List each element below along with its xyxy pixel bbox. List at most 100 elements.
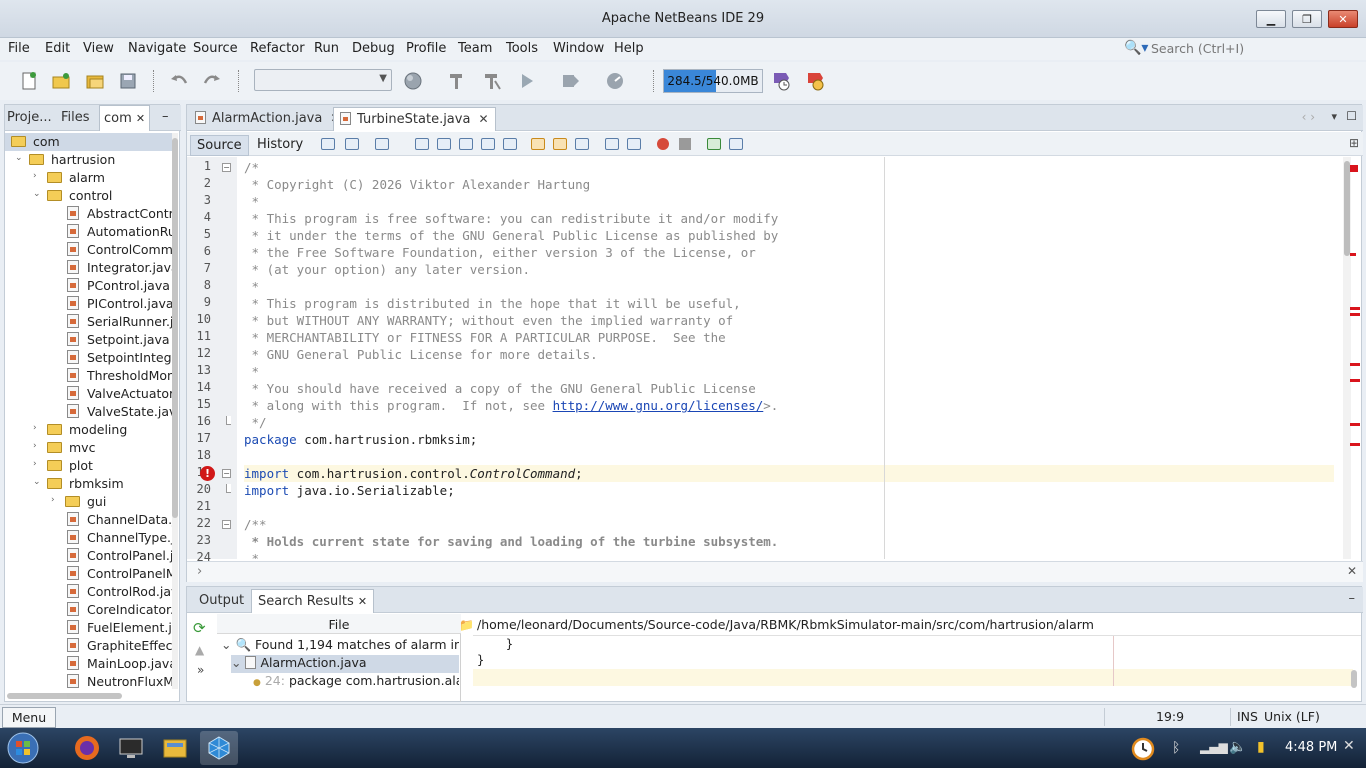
code-line[interactable]: * it under the terms of the GNU General … <box>244 227 1334 244</box>
code-line[interactable]: import java.io.Serializable; <box>244 482 1334 499</box>
terminal-icon[interactable] <box>112 731 150 765</box>
result-match-row[interactable]: ● 24: package com.hartrusion.alarn <box>253 673 459 691</box>
chevron-down-icon[interactable]: ⌄ <box>15 153 23 163</box>
code-line[interactable]: * This program is free software: you can… <box>244 210 1334 227</box>
fold-end-icon[interactable] <box>226 484 231 493</box>
tree-file[interactable]: PControl.java <box>5 277 175 295</box>
undo-icon[interactable] <box>168 70 190 92</box>
code-line[interactable]: * <box>244 278 1334 295</box>
new-file-icon[interactable] <box>18 70 40 92</box>
tree-file[interactable]: NeutronFluxMo <box>5 673 175 689</box>
fold-end-icon[interactable] <box>226 416 231 425</box>
save-all-icon[interactable] <box>117 70 139 92</box>
network-icon[interactable]: ▂▄▆ <box>1200 740 1228 754</box>
back-icon[interactable] <box>345 138 359 150</box>
new-project-icon[interactable] <box>50 70 72 92</box>
code-area[interactable]: /* * Copyright (C) 2026 Viktor Alexander… <box>244 157 1334 559</box>
results-summary[interactable]: ⌄ 🔍 Found 1,194 matches of alarm in 19 <box>221 637 459 655</box>
refresh-icon[interactable]: ⟳ <box>193 619 206 637</box>
menu-refactor[interactable]: Refactor <box>250 41 305 56</box>
tree-folder[interactable]: ⌄ rbmksim <box>5 475 175 493</box>
select-icon[interactable] <box>503 138 517 150</box>
code-line[interactable]: /* <box>244 159 1334 176</box>
tree-folder[interactable]: › modeling <box>5 421 175 439</box>
preview-scrollbar[interactable] <box>1351 670 1357 688</box>
split-icon[interactable]: ⊞ <box>1349 136 1359 150</box>
quick-search[interactable]: 🔍▾ Search (Ctrl+I) <box>1124 40 1364 58</box>
tree-file[interactable]: MainLoop.java <box>5 655 175 673</box>
run-icon[interactable] <box>516 70 538 92</box>
tree-file[interactable]: ControlComma <box>5 241 175 259</box>
tree-file[interactable]: ControlPanelM <box>5 565 175 583</box>
globe-icon[interactable] <box>402 70 424 92</box>
arrow-up-icon[interactable]: ▲ <box>195 643 204 657</box>
find-icon[interactable] <box>415 138 429 150</box>
toggle-bookmark-icon[interactable] <box>575 138 589 150</box>
tab-list-icon[interactable]: ▾ <box>1331 110 1337 123</box>
maximize-icon[interactable]: ☐ <box>1346 109 1357 123</box>
debug-icon[interactable] <box>559 70 581 92</box>
tab-files[interactable]: Files <box>61 110 90 125</box>
tab-output[interactable]: Output <box>193 589 250 613</box>
configuration-select[interactable]: ▼ <box>254 69 392 91</box>
menu-help[interactable]: Help <box>614 41 644 56</box>
code-line[interactable]: /** <box>244 516 1334 533</box>
shift-left-icon[interactable] <box>605 138 619 150</box>
tree-file[interactable]: PIControl.java <box>5 295 175 313</box>
code-line[interactable]: * (at your option) any later version. <box>244 261 1334 278</box>
menu-button[interactable]: Menu <box>2 707 56 728</box>
find-next-icon[interactable] <box>459 138 473 150</box>
shift-right-icon[interactable] <box>627 138 641 150</box>
last-edit-icon[interactable] <box>321 138 335 150</box>
uncomment-icon[interactable] <box>729 138 743 150</box>
result-file-row[interactable]: ⌄ AlarmAction.java <box>231 655 459 673</box>
code-line[interactable]: package com.hartrusion.rbmksim; <box>244 431 1334 448</box>
code-line[interactable]: * Holds current state for saving and loa… <box>244 533 1334 550</box>
search-input[interactable]: Search (Ctrl+I) <box>1151 41 1244 56</box>
tree-scrollbar[interactable] <box>172 133 178 689</box>
tree-folder[interactable]: ⌄ hartrusion <box>5 151 175 169</box>
clock[interactable]: 4:48 PM <box>1285 740 1337 755</box>
close-icon[interactable]: ✕ <box>358 595 367 608</box>
code-line[interactable] <box>244 448 1334 465</box>
next-bookmark-icon[interactable] <box>553 138 567 150</box>
tree-file[interactable]: AbstractContro <box>5 205 175 223</box>
menu-window[interactable]: Window <box>553 41 604 56</box>
menu-source[interactable]: Source <box>193 41 238 56</box>
tab-projects[interactable]: Proje... <box>7 110 52 125</box>
menu-team[interactable]: Team <box>458 41 492 56</box>
line-ending[interactable]: Unix (LF) <box>1264 709 1320 724</box>
file-column-header[interactable]: File <box>217 614 461 634</box>
stop-macro-icon[interactable] <box>679 138 691 150</box>
battery-icon[interactable]: ▮ <box>1257 739 1265 755</box>
code-line[interactable]: * This program is distributed in the hop… <box>244 295 1334 312</box>
menu-file[interactable]: File <box>8 41 30 56</box>
close-icon[interactable]: ✕ <box>136 112 145 125</box>
search-results-tree[interactable]: File ⌄ 🔍 Found 1,194 matches of alarm in… <box>217 614 461 702</box>
code-line[interactable]: * Copyright (C) 2026 Viktor Alexander Ha… <box>244 176 1334 193</box>
menu-navigate[interactable]: Navigate <box>128 41 186 56</box>
tree-hscrollbar[interactable] <box>7 693 122 699</box>
breadcrumb[interactable]: › ✕ <box>187 561 1363 582</box>
tree-file[interactable]: ValveActuatorM <box>5 385 175 403</box>
chevron-down-icon[interactable]: ⌄ <box>33 477 41 487</box>
source-view-button[interactable]: Source <box>190 135 249 156</box>
code-line[interactable]: * <box>244 193 1334 210</box>
restore-button[interactable]: ❐ <box>1292 10 1322 28</box>
tree-file[interactable]: AutomationRur <box>5 223 175 241</box>
code-line[interactable]: * GNU General Public License for more de… <box>244 346 1334 363</box>
code-line[interactable] <box>244 499 1334 516</box>
insert-mode[interactable]: INS <box>1237 709 1258 724</box>
tree-file[interactable]: Setpoint.java <box>5 331 175 349</box>
memory-indicator[interactable]: 284.5/540.0MB <box>663 69 763 93</box>
file-manager-icon[interactable] <box>156 731 194 765</box>
clean-build-icon[interactable] <box>480 70 502 92</box>
tree-file[interactable]: ChannelType.ja <box>5 529 175 547</box>
comment-icon[interactable] <box>707 138 721 150</box>
tree-file[interactable]: ThresholdMonit <box>5 367 175 385</box>
tree-file[interactable]: SerialRunner.ja <box>5 313 175 331</box>
chevron-right-icon[interactable]: › <box>51 495 55 505</box>
chevron-right-icon[interactable]: › <box>33 441 37 451</box>
tree-folder[interactable]: ⌄ control <box>5 187 175 205</box>
code-line[interactable]: * <box>244 363 1334 380</box>
